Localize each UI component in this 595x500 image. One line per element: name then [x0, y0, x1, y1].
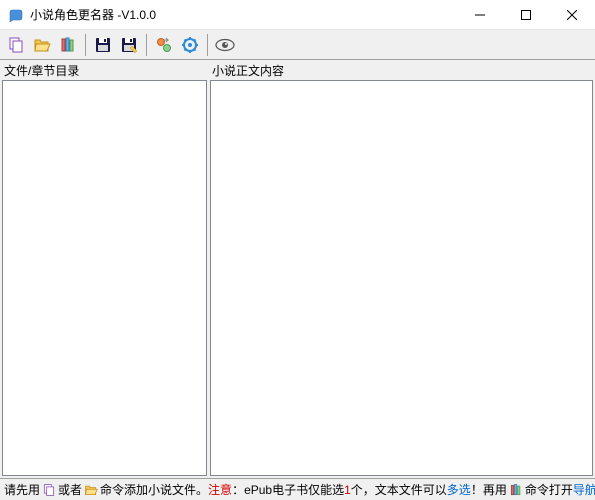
toolbar	[0, 30, 595, 60]
left-pane-label: 文件/章节目录	[2, 62, 207, 80]
settings-button[interactable]	[178, 33, 202, 57]
status-text: 命令添加小说文件。	[100, 481, 208, 498]
minimize-button[interactable]	[457, 0, 503, 30]
toolbar-separator	[207, 34, 208, 56]
save-as-icon	[120, 36, 138, 54]
status-text: 请先用	[4, 481, 40, 498]
preview-button[interactable]	[213, 33, 237, 57]
titlebar: 小说角色更名器 -V1.0.0	[0, 0, 595, 30]
window-controls	[457, 0, 595, 29]
save-button[interactable]	[91, 33, 115, 57]
open-folder-icon	[84, 483, 98, 497]
app-icon	[8, 7, 24, 23]
toolbar-separator	[85, 34, 86, 56]
status-text: 或者	[58, 481, 82, 498]
status-text: 命令打开	[525, 481, 573, 498]
right-pane-label: 小说正文内容	[210, 62, 593, 80]
books-icon	[59, 36, 77, 54]
status-text: ！再用	[471, 481, 507, 498]
statusbar: 请先用 或者 命令添加小说文件。 注意 ：ePub电子书仅能选 1 个，文本文件…	[0, 478, 595, 500]
right-pane: 小说正文内容	[210, 62, 593, 476]
copy-icon	[42, 483, 56, 497]
open-folder-icon	[33, 36, 51, 54]
toolbar-separator	[146, 34, 147, 56]
content-text-box[interactable]	[210, 80, 593, 476]
books-icon	[509, 483, 523, 497]
status-multiselect: 多选	[447, 481, 471, 498]
left-pane: 文件/章节目录	[2, 62, 207, 476]
status-count: 1	[344, 483, 351, 497]
open-folder-button[interactable]	[30, 33, 54, 57]
books-button[interactable]	[56, 33, 80, 57]
window-title: 小说角色更名器 -V1.0.0	[30, 6, 156, 23]
status-navwindow: 导航窗口	[573, 481, 595, 498]
settings-icon	[181, 36, 199, 54]
copy-button[interactable]	[4, 33, 28, 57]
main-area: 文件/章节目录 小说正文内容	[0, 60, 595, 478]
save-icon	[94, 36, 112, 54]
close-button[interactable]	[549, 0, 595, 30]
status-warning: 注意	[208, 481, 232, 498]
status-text: 个，文本文件可以	[351, 481, 447, 498]
chapter-list-box[interactable]	[2, 80, 207, 476]
preview-eye-icon	[215, 38, 235, 52]
copy-icon	[7, 36, 25, 54]
swap-button[interactable]	[152, 33, 176, 57]
status-text: ：ePub电子书仅能选	[232, 481, 344, 498]
maximize-button[interactable]	[503, 0, 549, 30]
save-as-button[interactable]	[117, 33, 141, 57]
swap-icon	[155, 36, 173, 54]
